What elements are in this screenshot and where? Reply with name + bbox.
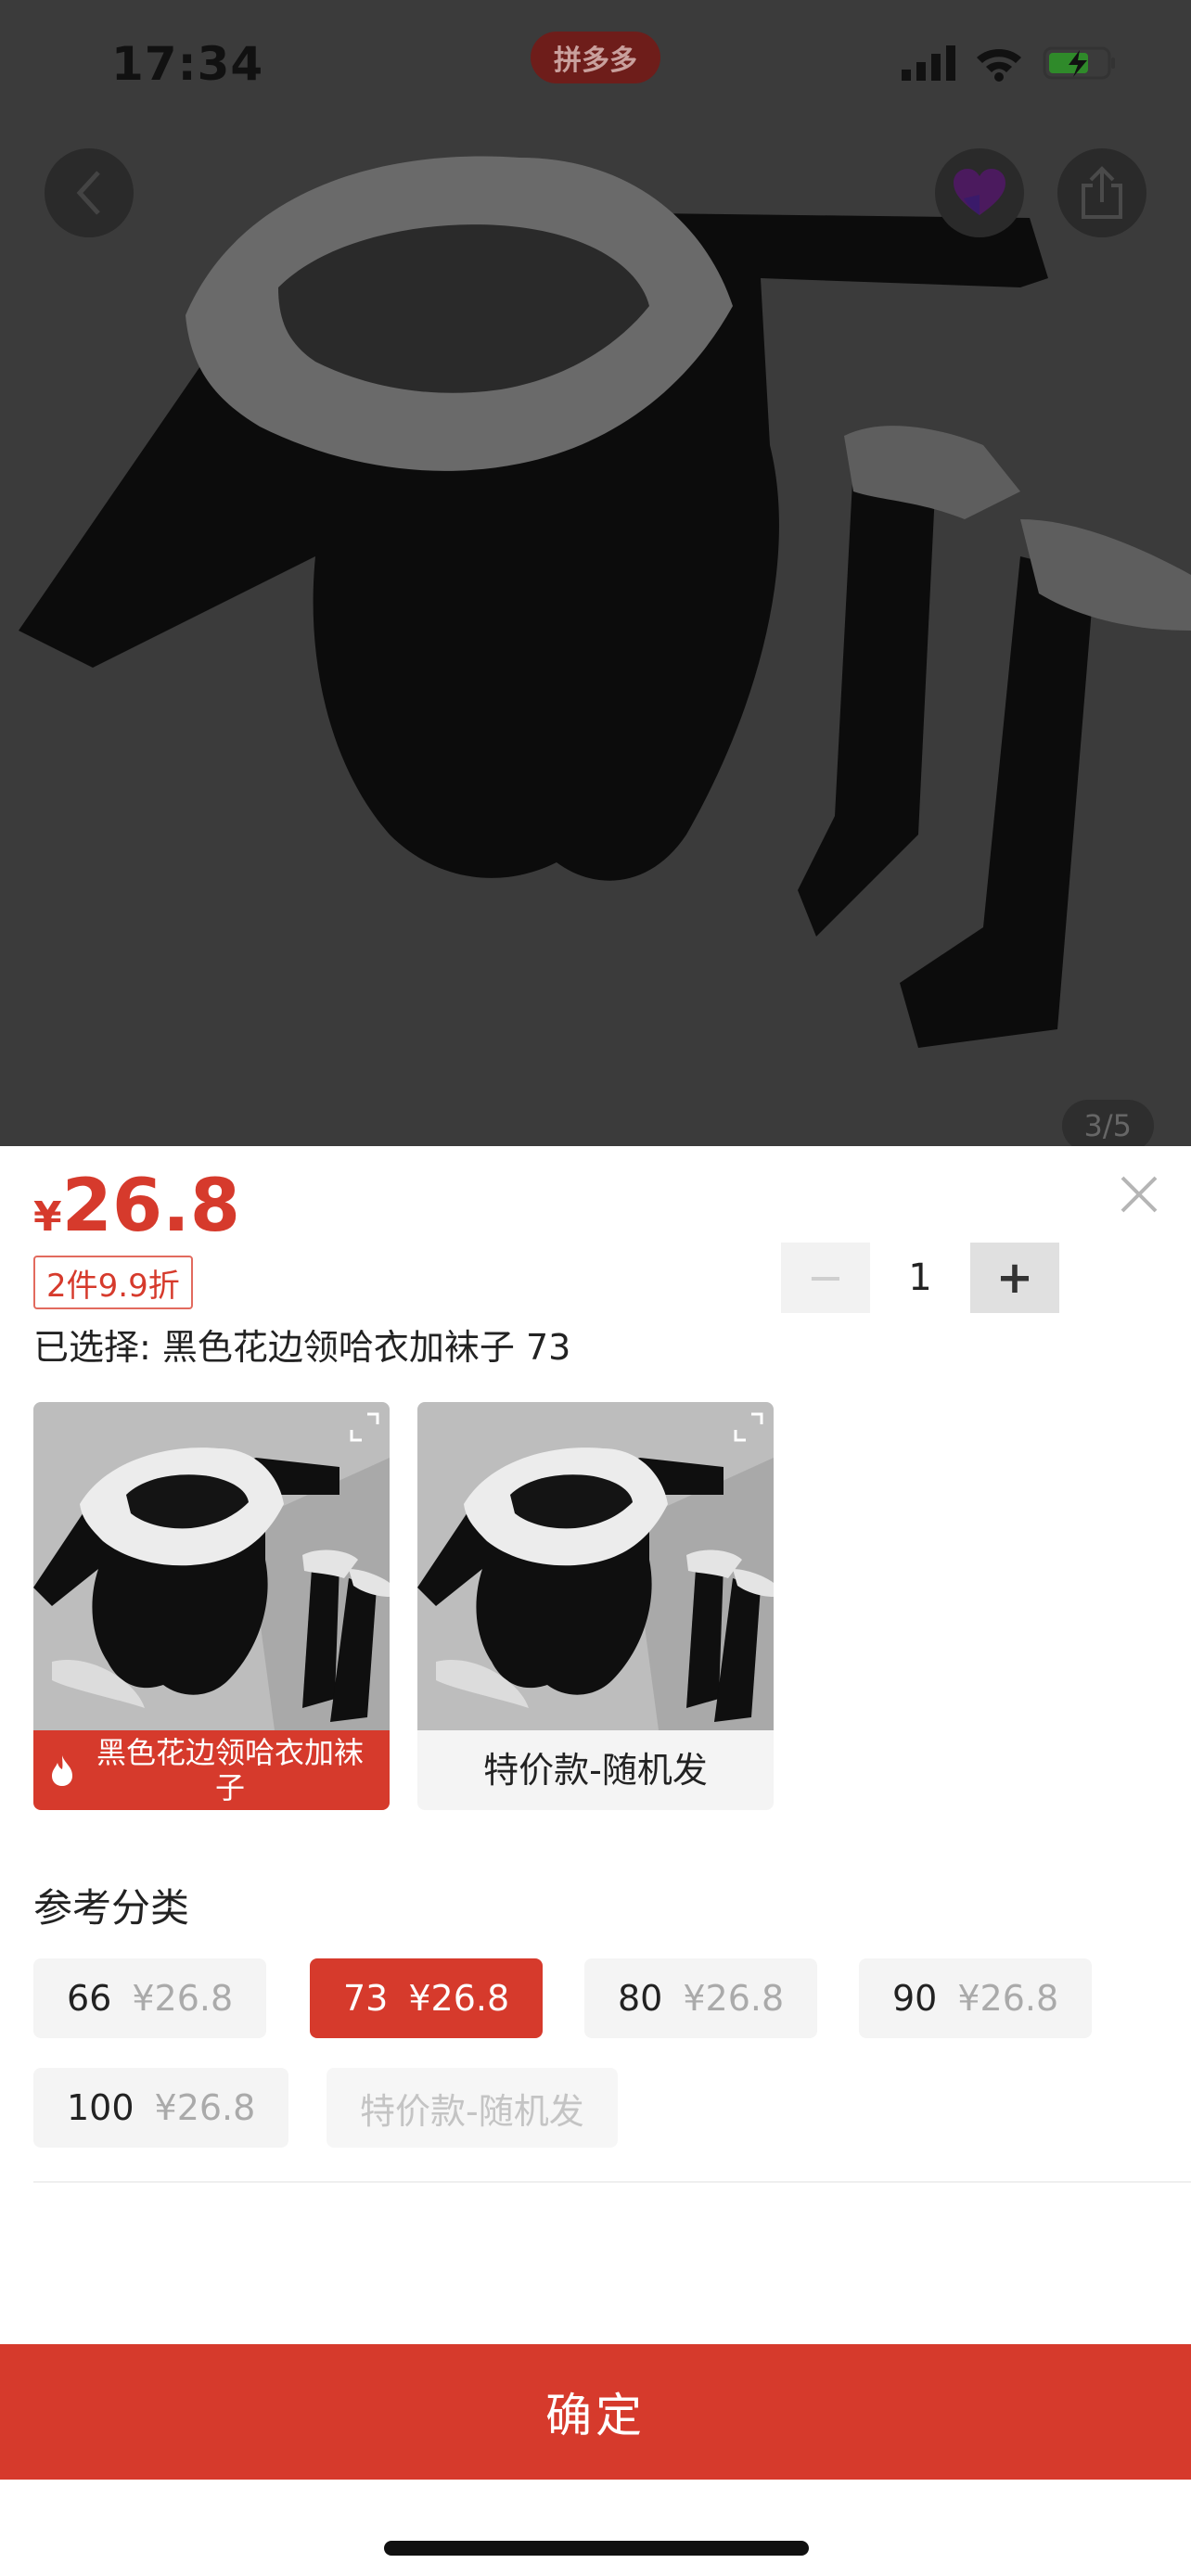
signal-icon [902, 45, 955, 81]
size-price: ¥26.8 [154, 2087, 256, 2128]
selected-summary: 已选择: 黑色花边领哈衣加袜子 73 [33, 1327, 571, 1368]
battery-icon [1043, 46, 1115, 80]
quantity-minus-button[interactable]: − [781, 1243, 870, 1313]
size-label: 特价款-随机发 [360, 2090, 584, 2132]
close-icon [1121, 1176, 1158, 1213]
option-label: 特价款-随机发 [417, 1730, 774, 1810]
sku-selector-page: 17:34 拼多多 3/5 ¥26.8 2件9.9折 − 1 + 已选择: 黑色… [0, 0, 1191, 2576]
size-price: ¥26.8 [408, 1978, 510, 2019]
option-label: 黑色花边领哈衣加袜子 [33, 1730, 390, 1810]
size-chip-73[interactable]: 73 ¥26.8 [310, 1958, 544, 2038]
option-label-text: 特价款-随机发 [483, 1750, 708, 1791]
size-price: ¥26.8 [683, 1978, 785, 2019]
size-label: 66 [67, 1978, 112, 2019]
wifi-icon [977, 49, 1021, 82]
size-price: ¥26.8 [132, 1978, 234, 2019]
size-label: 80 [618, 1978, 663, 2019]
share-button[interactable] [1057, 148, 1146, 237]
price-value: 26.8 [61, 1165, 241, 1248]
quantity-plus-button[interactable]: + [970, 1243, 1059, 1313]
close-button[interactable] [1119, 1174, 1159, 1215]
option-card-black-lace[interactable]: 黑色花边领哈衣加袜子 [33, 1402, 390, 1810]
chevron-left-icon [76, 171, 100, 215]
status-icons [902, 45, 1117, 82]
promo-tag: 2件9.9折 [33, 1256, 193, 1309]
quantity-value[interactable]: 1 [872, 1243, 968, 1313]
divider [33, 2181, 1191, 2183]
heart-icon [954, 169, 1005, 215]
share-icon [1082, 166, 1122, 219]
back-button[interactable] [45, 148, 134, 237]
size-label: 100 [67, 2087, 134, 2128]
size-section-title: 参考分类 [33, 1885, 190, 1931]
flame-icon [52, 1755, 72, 1786]
expand-icon[interactable] [733, 1411, 764, 1443]
size-chip-special-disabled: 特价款-随机发 [327, 2068, 618, 2148]
expand-icon[interactable] [349, 1411, 380, 1443]
size-chip-90[interactable]: 90 ¥26.8 [859, 1958, 1093, 2038]
app-pill: 拼多多 [531, 32, 660, 83]
size-chip-100[interactable]: 100 ¥26.8 [33, 2068, 289, 2148]
status-bar: 17:34 拼多多 [0, 0, 1191, 130]
size-chip-80[interactable]: 80 ¥26.8 [584, 1958, 818, 2038]
option-label-text: 黑色花边领哈衣加袜子 [96, 1735, 364, 1805]
product-hero-image: 17:34 拼多多 3/5 [0, 0, 1191, 1146]
option-thumbnail [33, 1402, 390, 1730]
sku-sheet: ¥26.8 2件9.9折 − 1 + 已选择: 黑色花边领哈衣加袜子 73 黑色… [0, 1146, 1191, 2576]
size-chip-66[interactable]: 66 ¥26.8 [33, 1958, 267, 2038]
home-indicator [384, 2541, 809, 2556]
option-thumbnail [417, 1402, 774, 1730]
favorite-button[interactable] [935, 148, 1024, 237]
status-time: 17:34 [111, 37, 264, 91]
image-counter: 3/5 [1061, 1100, 1154, 1146]
price: ¥26.8 [33, 1165, 240, 1248]
size-label: 90 [892, 1978, 938, 2019]
size-label: 73 [343, 1978, 389, 2019]
size-price: ¥26.8 [957, 1978, 1059, 2019]
price-currency: ¥ [33, 1193, 62, 1241]
confirm-button[interactable]: 确定 [0, 2344, 1191, 2480]
option-card-special-random[interactable]: 特价款-随机发 [417, 1402, 774, 1810]
